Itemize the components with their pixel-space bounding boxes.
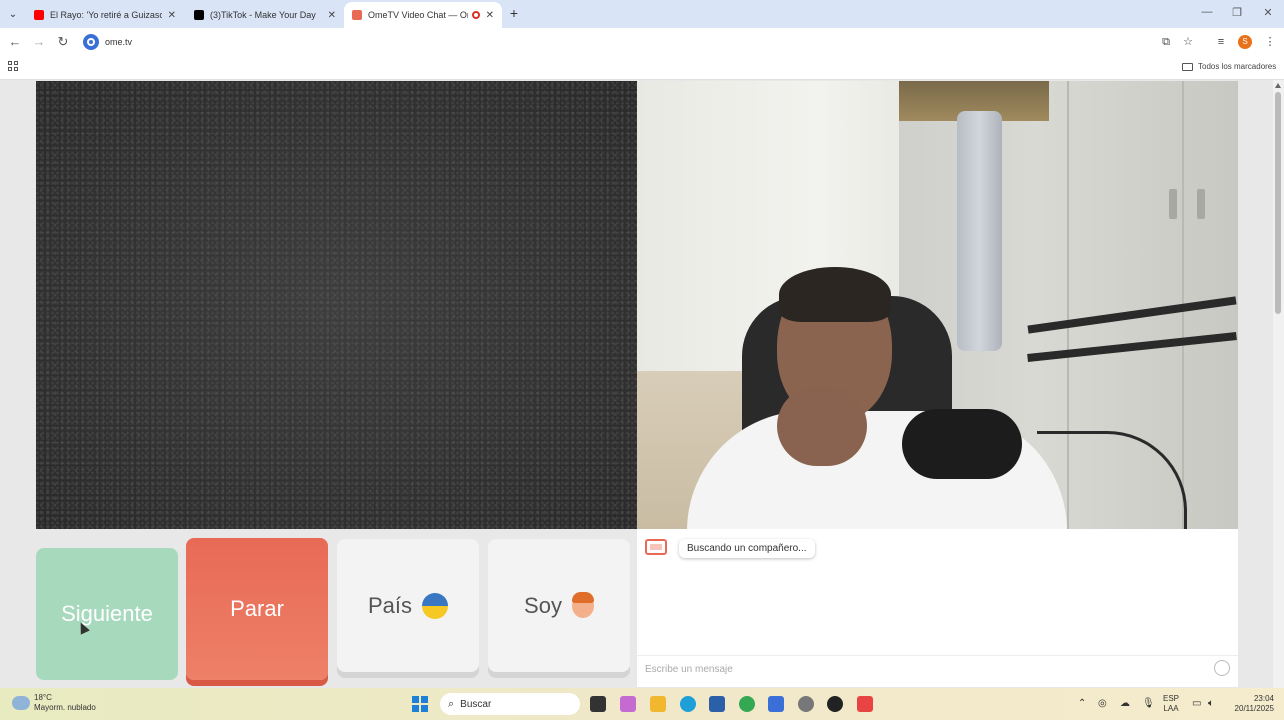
ometv-tv-icon xyxy=(645,539,667,555)
minimize-button[interactable]: — xyxy=(1197,6,1217,18)
volume-icon[interactable]: 🔈︎ xyxy=(1208,698,1214,709)
task-view-icon[interactable] xyxy=(590,696,606,712)
youtube-icon xyxy=(34,10,44,20)
restore-button[interactable]: ❐ xyxy=(1227,6,1247,19)
search-icon: ⌕ xyxy=(448,697,455,710)
tab-youtube[interactable]: El Rayo: 'Yo retiré a Guizasola ✕ xyxy=(26,2,184,28)
all-bookmarks-folder[interactable]: Todos los marcadores xyxy=(1182,62,1276,71)
emoji-icon[interactable] xyxy=(1214,660,1230,676)
close-tab-icon[interactable]: ✕ xyxy=(486,10,494,21)
bookmarks-folder-label: Todos los marcadores xyxy=(1198,62,1277,71)
clock-time: 23:04 xyxy=(1253,694,1274,703)
next-button[interactable]: Siguiente xyxy=(36,548,178,680)
gender-button-label: Soy xyxy=(524,592,562,618)
weather-temp: 18°C xyxy=(34,693,52,702)
back-icon[interactable]: ← xyxy=(7,34,23,50)
chat-panel: Buscando un compañero... Escribe un mens… xyxy=(637,529,1238,687)
show-hidden-icons[interactable]: ⌃ xyxy=(1078,698,1086,709)
bookmarks-bar: Todos los marcadores xyxy=(0,56,1284,80)
apps-icon[interactable] xyxy=(8,61,18,71)
edge-icon[interactable] xyxy=(680,696,696,712)
clock[interactable]: 23:04 20/11/2025 xyxy=(1226,694,1274,714)
weather-widget[interactable]: 18°C Mayorm. nublado xyxy=(34,693,96,713)
language: ESP xyxy=(1162,694,1179,703)
app-icon[interactable] xyxy=(768,696,784,712)
scroll-up-icon[interactable] xyxy=(1275,83,1281,88)
url-text: ome.tv xyxy=(105,37,133,47)
close-window-button[interactable]: ✕ xyxy=(1258,6,1278,19)
new-tab-button[interactable]: + xyxy=(506,5,522,21)
tab-tiktok[interactable]: (3)TikTok - Make Your Day ✕ xyxy=(186,2,344,28)
settings-icon[interactable] xyxy=(798,696,814,712)
browser-toolbar: ← → ↻ ome.tv ⧉ ☆ ≡ S ⋮ xyxy=(0,28,1284,56)
status-message: Buscando un compañero... xyxy=(679,539,815,558)
tab-title: OmeTV Video Chat — Ome xyxy=(368,10,468,20)
chrome-icon[interactable] xyxy=(739,696,755,712)
next-button-label: Siguiente xyxy=(61,601,153,626)
profile-avatar[interactable]: S xyxy=(1238,35,1252,49)
ometv-icon xyxy=(352,10,362,20)
stop-button-label: Parar xyxy=(230,596,284,621)
app-icon-2[interactable] xyxy=(827,696,843,712)
keyboard-layout: LAA xyxy=(1163,704,1179,713)
partner-video xyxy=(36,81,637,529)
weather-icon[interactable] xyxy=(12,696,30,710)
gender-button[interactable]: Soy xyxy=(488,539,630,672)
store-icon[interactable] xyxy=(709,696,725,712)
language-indicator[interactable]: ESP LAA xyxy=(1160,694,1182,714)
copilot-icon[interactable] xyxy=(620,696,636,712)
ometv-page: Siguiente Parar País Soy Buscando un com… xyxy=(0,80,1284,688)
page-scrollbar[interactable] xyxy=(1273,80,1284,688)
tiktok-icon xyxy=(194,10,204,20)
chat-input[interactable]: Escribe un mensaje xyxy=(637,655,1238,683)
bookmark-star-icon[interactable]: ☆ xyxy=(1181,35,1195,49)
site-info-icon[interactable] xyxy=(83,34,99,50)
menu-icon[interactable]: ⋮ xyxy=(1263,35,1277,49)
self-video xyxy=(637,81,1238,529)
stop-button[interactable]: Parar xyxy=(186,538,328,680)
recorder-icon[interactable] xyxy=(857,696,873,712)
country-button[interactable]: País xyxy=(337,539,479,672)
recording-icon xyxy=(471,11,480,19)
screen: ⌄ El Rayo: 'Yo retiré a Guizasola ✕ (3)T… xyxy=(0,0,1284,720)
tab-title: (3)TikTok - Make Your Day xyxy=(210,10,316,20)
windows-taskbar: 18°C Mayorm. nublado ⌕ Buscar ⌃ ◎ ☁ 🎙︎ E… xyxy=(0,688,1284,720)
ukraine-flag-icon xyxy=(422,592,449,619)
tab-ometv[interactable]: OmeTV Video Chat — Ome ✕ xyxy=(344,2,502,28)
weather-desc: Mayorm. nublado xyxy=(34,703,96,712)
media-control-icon[interactable]: ≡ xyxy=(1214,35,1228,49)
taskbar-search[interactable]: ⌕ Buscar xyxy=(440,693,580,715)
onedrive-icon[interactable]: ☁ xyxy=(1120,698,1130,709)
country-button-label: País xyxy=(367,592,413,618)
clock-date: 20/11/2025 xyxy=(1234,704,1274,713)
chat-input-placeholder: Escribe un mensaje xyxy=(645,664,733,675)
windows-start-icon[interactable] xyxy=(412,696,428,712)
close-tab-icon[interactable]: ✕ xyxy=(168,10,176,21)
app-tray-icon[interactable]: ◎ xyxy=(1098,698,1107,709)
forward-icon[interactable]: → xyxy=(31,34,47,50)
boy-emoji-icon xyxy=(571,591,594,618)
reload-icon[interactable]: ↻ xyxy=(55,34,71,50)
folder-icon xyxy=(1182,62,1193,71)
scroll-thumb[interactable] xyxy=(1275,92,1281,314)
cast-icon[interactable]: ⧉ xyxy=(1159,35,1173,49)
tab-search-button[interactable]: ⌄ xyxy=(4,5,22,23)
tab-title: El Rayo: 'Yo retiré a Guizasola xyxy=(50,10,162,20)
browser-tab-strip: ⌄ El Rayo: 'Yo retiré a Guizasola ✕ (3)T… xyxy=(0,0,1284,28)
network-icon[interactable]: ▭ xyxy=(1192,698,1201,709)
microphone-icon[interactable]: 🎙︎ xyxy=(1142,698,1155,709)
address-bar[interactable]: ome.tv xyxy=(80,31,1200,53)
close-tab-icon[interactable]: ✕ xyxy=(328,10,336,21)
taskbar-search-label: Buscar xyxy=(460,698,492,710)
file-explorer-icon[interactable] xyxy=(650,696,666,712)
